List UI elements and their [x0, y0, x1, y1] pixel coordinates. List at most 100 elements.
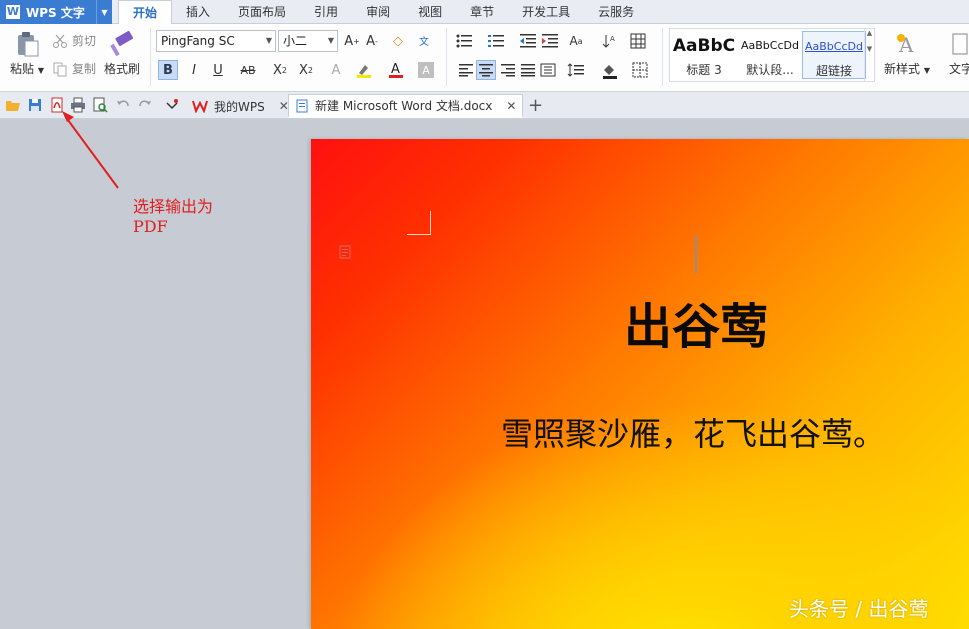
tab-cloud[interactable]: 云服务 [584, 0, 648, 23]
paste-label: 粘贴 [10, 62, 35, 76]
underline-icon[interactable]: U [208, 60, 228, 80]
cut-label: 剪切 [72, 34, 97, 48]
document-icon [296, 99, 308, 112]
style-gallery: AaBbC 标题 3 AaBbCcDd 默认段... AaBbCcDd 超链接 … [669, 28, 875, 82]
text-effect-icon[interactable]: A [326, 60, 346, 80]
text-cursor [695, 235, 697, 273]
app-name: WPS 文字 [26, 5, 85, 20]
style-sample: AaBbCcDd [741, 39, 799, 52]
annotation-text: 选择输出为 PDF [133, 197, 213, 237]
line-spacing-icon[interactable] [566, 60, 586, 80]
text-tools-button[interactable]: 文字 [946, 30, 969, 77]
font-name-value: PingFang SC [161, 34, 235, 48]
grow-font-icon[interactable]: A + [342, 31, 362, 51]
align-right-icon[interactable] [498, 60, 518, 80]
bullet-list-icon[interactable] [454, 31, 474, 51]
superscript-icon[interactable]: X2 [270, 60, 290, 80]
chevron-down-icon[interactable]: ▼ [96, 0, 112, 24]
italic-icon[interactable]: I [184, 60, 204, 80]
annotation-arrow [62, 111, 119, 189]
style-name: 默认段... [746, 63, 794, 77]
new-style-label: 新样式 [884, 62, 921, 76]
close-icon[interactable]: ✕ [506, 99, 516, 113]
font-size-value: 小二 [283, 34, 308, 48]
margin-mark [407, 211, 431, 235]
customize-toolbar-icon[interactable] [164, 97, 180, 113]
tab-home[interactable]: 开始 [118, 0, 173, 25]
wps-logo-icon [192, 100, 208, 113]
style-hyperlink[interactable]: AaBbCcDd 超链接 [802, 31, 866, 79]
format-painter-button[interactable]: 格式刷 [102, 30, 142, 77]
clear-format-icon[interactable]: ◇ [388, 31, 408, 51]
paste-button[interactable]: 粘贴 ▼ [8, 30, 46, 77]
redo-icon[interactable] [137, 97, 153, 113]
change-case-icon[interactable]: Aa [566, 31, 586, 51]
document-page[interactable]: 出谷莺 雪照聚沙雁，花飞出谷莺。 [311, 139, 969, 629]
style-name: 标题 3 [686, 63, 722, 77]
tab-view[interactable]: 视图 [404, 0, 456, 23]
tab-page-layout[interactable]: 页面布局 [224, 0, 300, 23]
borders-icon[interactable] [630, 60, 650, 80]
paragraph-mark-icon [339, 245, 351, 259]
wps-logo-icon: W [6, 5, 20, 19]
menu-bar: W WPS 文字 ▼ 开始 插入 页面布局 引用 审阅 视图 章节 开发工具 云… [0, 0, 969, 25]
increase-indent-icon[interactable] [540, 31, 560, 51]
tab-developer[interactable]: 开发工具 [508, 0, 584, 23]
strikethrough-icon[interactable]: AB [238, 60, 258, 80]
svg-text:A: A [610, 35, 615, 43]
align-left-icon[interactable] [456, 60, 476, 80]
numbered-list-icon[interactable] [486, 31, 506, 51]
chevron-down-icon: ▼ [327, 36, 334, 45]
subscript-icon[interactable]: X2 [296, 60, 316, 80]
font-name-select[interactable]: PingFang SC ▼ [156, 30, 276, 52]
tab-insert[interactable]: 插入 [172, 0, 224, 23]
clipboard-icon [18, 32, 39, 57]
style-heading3[interactable]: AaBbC 标题 3 [672, 31, 736, 79]
tab-review[interactable]: 审阅 [352, 0, 404, 23]
bold-icon[interactable]: B [158, 60, 178, 80]
divider [446, 28, 447, 86]
divider [662, 28, 663, 86]
table-icon[interactable] [628, 31, 648, 51]
justify-icon[interactable] [518, 60, 538, 80]
annotation-line: 选择输出为 [133, 197, 214, 216]
distributed-icon[interactable] [538, 60, 558, 80]
align-center-icon[interactable] [476, 60, 496, 80]
tab-label: 我的WPS [214, 99, 265, 114]
tab-references[interactable]: 引用 [300, 0, 352, 23]
style-name: 超链接 [815, 64, 852, 78]
new-tab-icon[interactable]: + [528, 95, 543, 116]
sort-icon[interactable]: A [600, 31, 620, 51]
highlight-icon[interactable] [354, 60, 374, 80]
char-shading-icon[interactable]: A [418, 62, 434, 78]
tab-my-wps[interactable]: 我的WPS ✕ [186, 94, 295, 118]
tab-section[interactable]: 章节 [456, 0, 508, 23]
decrease-indent-icon[interactable] [518, 31, 538, 51]
gallery-scroll[interactable]: ▲ ▼ [864, 29, 874, 81]
svg-text:A: A [391, 62, 400, 77]
tab-document[interactable]: 新建 Microsoft Word 文档.docx ✕ [288, 94, 524, 118]
document-title[interactable]: 出谷莺 [311, 287, 969, 357]
style-sample: AaBbCcDd [805, 40, 863, 53]
text-tools-label: 文字 [948, 62, 969, 76]
style-sample: AaBbC [672, 36, 736, 56]
shrink-font-icon[interactable]: A- [362, 31, 382, 51]
app-menu-button[interactable]: W WPS 文字 ▼ [0, 0, 112, 24]
new-style-button[interactable]: A 新样式 ▼ [880, 30, 934, 77]
shading-bucket-icon[interactable] [600, 60, 620, 80]
phonetic-guide-icon[interactable]: 文 [414, 30, 434, 50]
save-icon[interactable] [27, 97, 43, 113]
style-default-paragraph[interactable]: AaBbCcDd 默认段... [738, 31, 802, 79]
watermark: 头条号 / 出谷莺 [789, 597, 929, 621]
new-style-icon: A [897, 33, 914, 57]
quick-access-bar: 我的WPS ✕ 新建 Microsoft Word 文档.docx ✕ + [0, 92, 969, 119]
cut-button[interactable]: 剪切 [52, 32, 96, 49]
divider [150, 28, 151, 86]
open-folder-icon[interactable] [5, 97, 21, 113]
tab-label: 新建 Microsoft Word 文档.docx [315, 99, 493, 113]
font-size-select[interactable]: 小二 ▼ [278, 30, 338, 52]
font-color-icon[interactable]: A [386, 60, 406, 80]
text-tools-icon [952, 33, 968, 55]
document-body-text[interactable]: 雪照聚沙雁，花飞出谷莺。 [501, 409, 885, 455]
copy-button[interactable]: 复制 [52, 60, 96, 77]
